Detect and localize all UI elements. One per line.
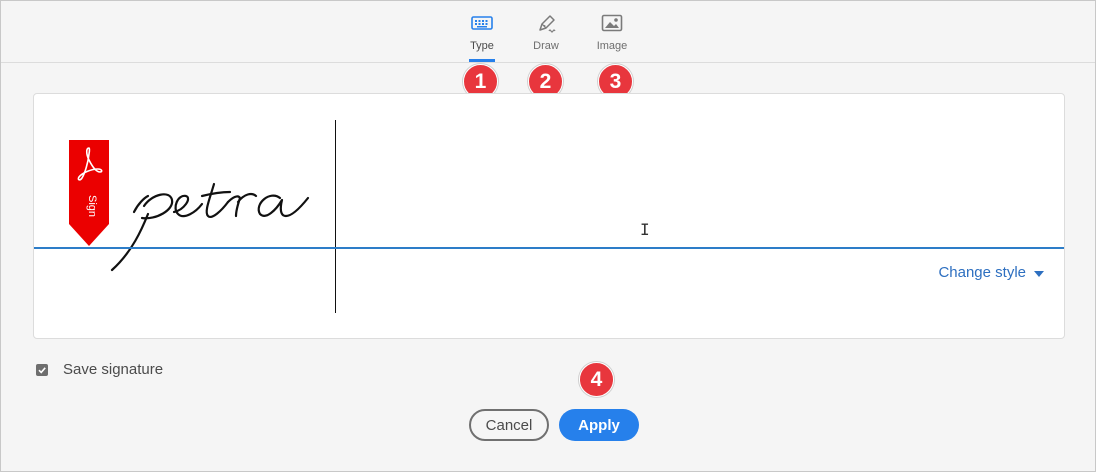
signature-input-area[interactable]: Sign petra I [33, 93, 1065, 339]
change-style-label: Change style [938, 264, 1026, 281]
sign-flag-icon: Sign [69, 140, 109, 251]
tab-draw-label: Draw [533, 40, 559, 52]
change-style-button[interactable]: Change style [938, 264, 1044, 281]
tab-image[interactable]: Image [582, 1, 642, 62]
save-signature-row: Save signature [36, 361, 163, 378]
active-tab-indicator [469, 59, 495, 62]
checkmark-icon [38, 366, 46, 374]
keyboard-icon [470, 12, 494, 34]
sign-flag-label: Sign [86, 195, 98, 217]
pen-icon [534, 12, 558, 34]
typed-signature: petra [110, 182, 310, 272]
tab-draw[interactable]: Draw [516, 1, 576, 62]
chevron-down-icon [1034, 270, 1044, 277]
signature-dialog: Type Draw Image 1 2 3 Sign I Change styl… [0, 0, 1096, 472]
image-icon [600, 12, 624, 34]
tab-image-label: Image [596, 40, 628, 52]
text-cursor [335, 120, 336, 313]
tab-type[interactable]: Type [452, 1, 512, 62]
cancel-button[interactable]: Cancel [469, 409, 549, 441]
annotation-badge-4: 4 [579, 362, 614, 397]
save-signature-checkbox[interactable] [36, 363, 48, 376]
signature-baseline [34, 247, 1064, 249]
ibeam-cursor-icon: I [640, 220, 650, 239]
save-signature-label: Save signature [63, 361, 164, 378]
tab-type-label: Type [470, 40, 494, 52]
signature-mode-tabs: Type Draw Image [1, 1, 1095, 63]
apply-button[interactable]: Apply [559, 409, 639, 441]
